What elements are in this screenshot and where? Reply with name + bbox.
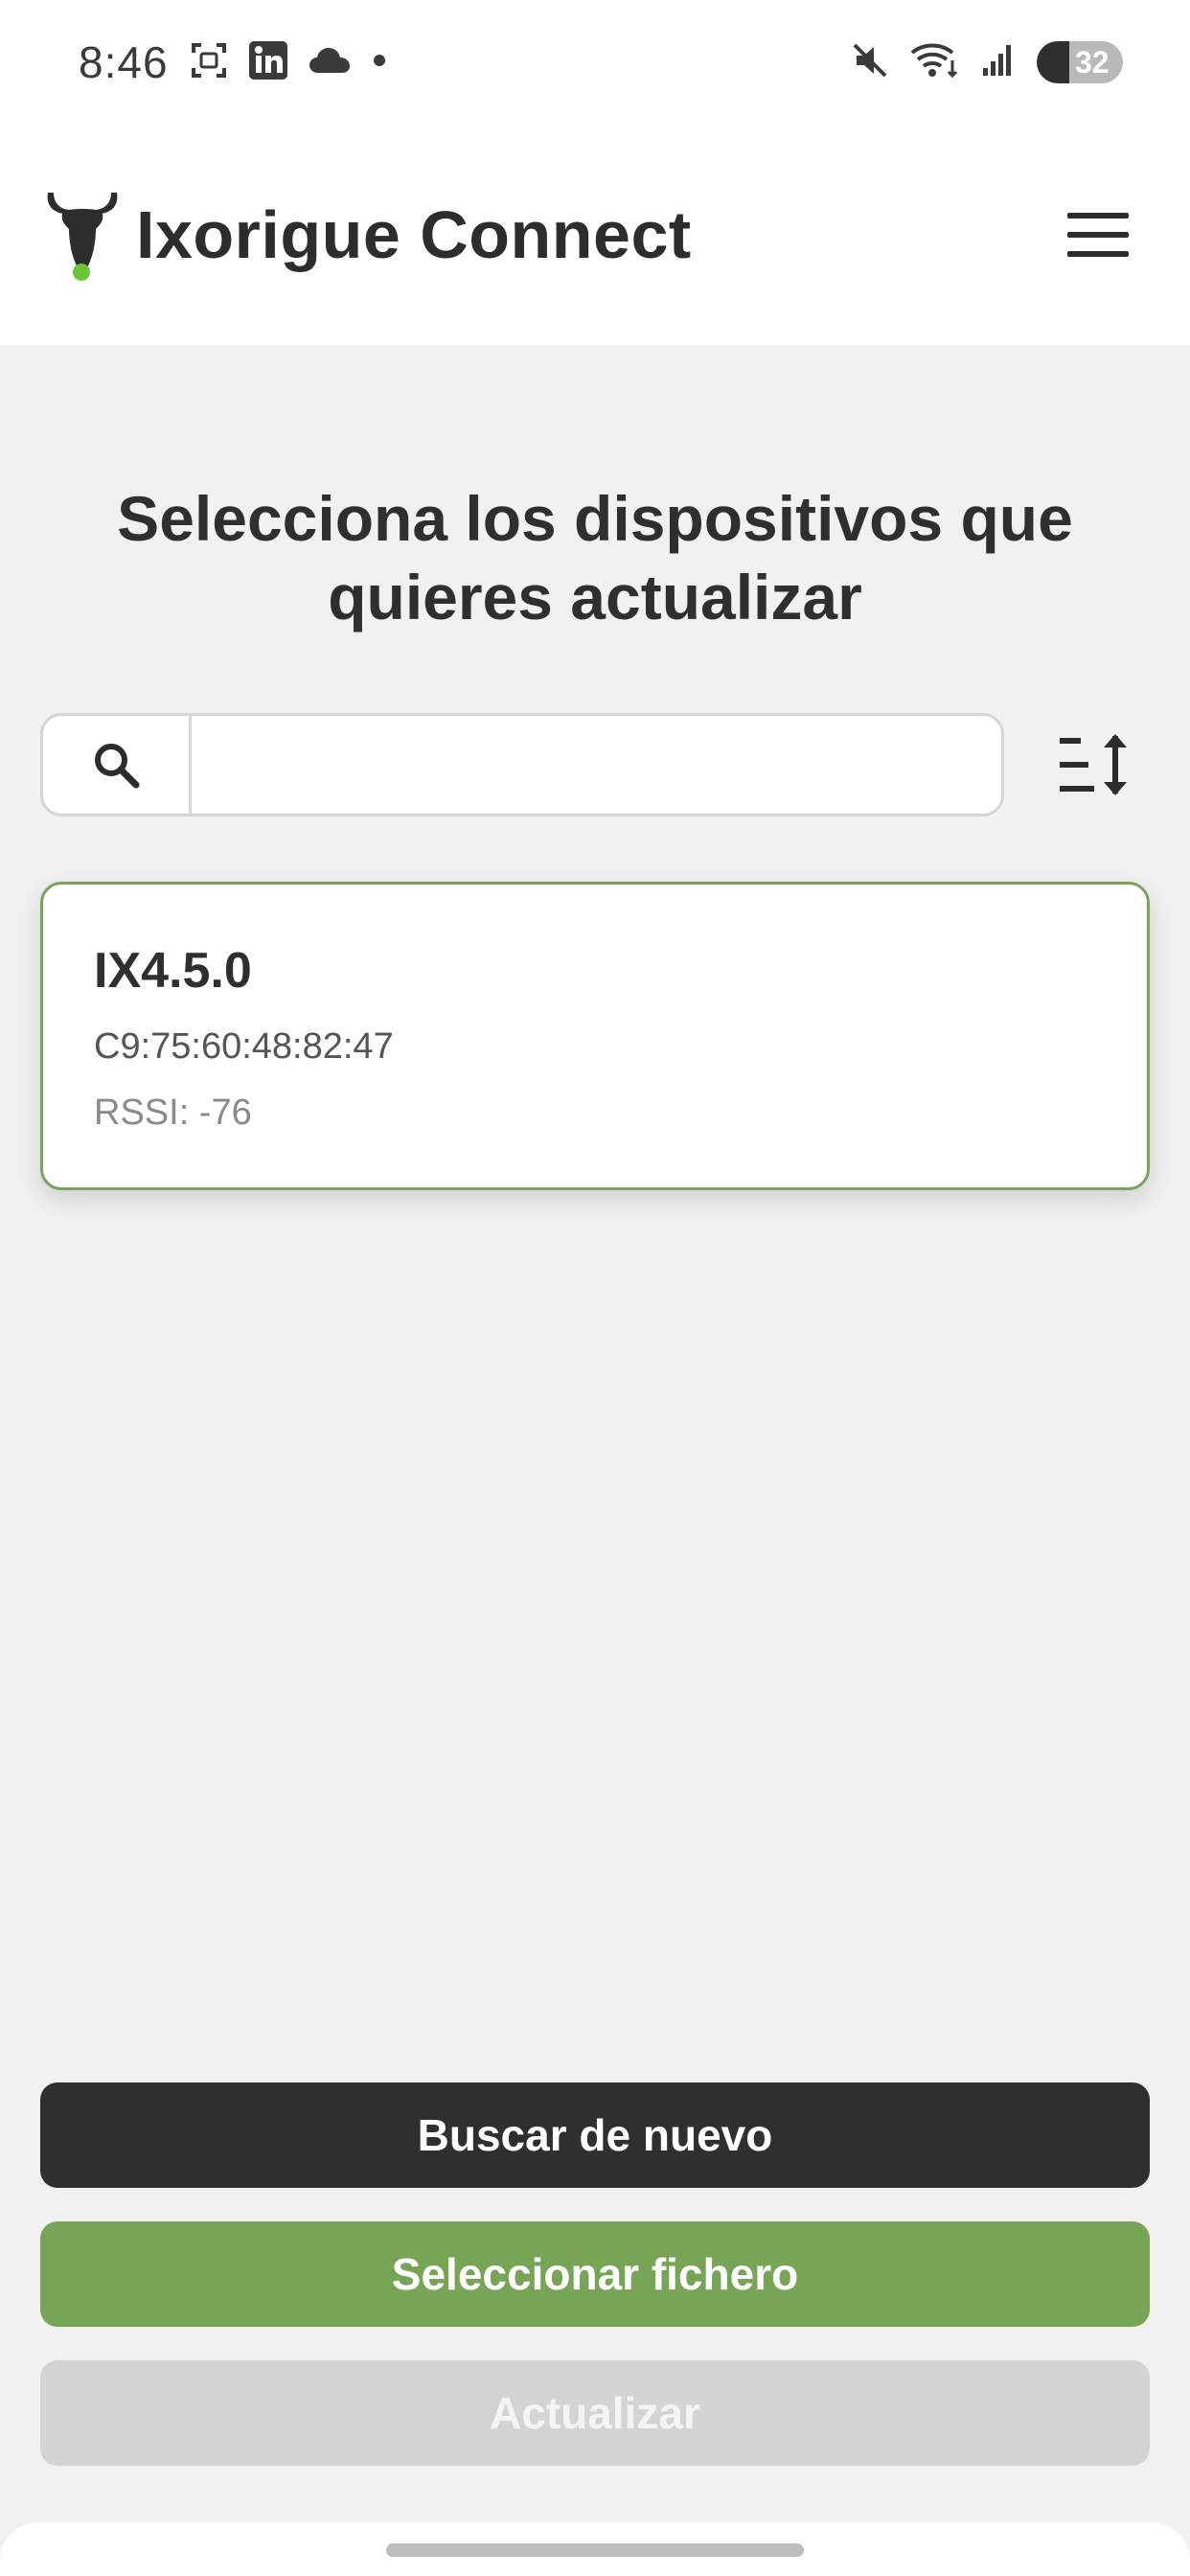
menu-line xyxy=(1067,213,1129,218)
app-header: Ixorigue Connect xyxy=(0,125,1190,345)
dot-icon xyxy=(372,53,387,73)
search-icon[interactable] xyxy=(43,716,192,814)
mute-icon xyxy=(851,41,889,84)
home-indicator[interactable] xyxy=(386,2543,804,2557)
bull-logo-icon xyxy=(42,187,123,283)
status-left: 8:46 xyxy=(79,36,387,88)
wifi-icon xyxy=(910,41,960,84)
status-dot xyxy=(73,264,90,281)
status-bar: 8:46 32 xyxy=(0,0,1190,125)
screenshot-icon xyxy=(190,41,228,84)
hamburger-menu-icon[interactable] xyxy=(1067,213,1129,257)
app-screen: 8:46 32 Ixorigue Connect Selecciona los … xyxy=(0,0,1190,2576)
device-card[interactable]: IX4.5.0 C9:75:60:48:82:47 RSSI: -76 xyxy=(40,882,1150,1190)
menu-line xyxy=(1067,251,1129,257)
app-title: Ixorigue Connect xyxy=(136,197,692,272)
status-right: 32 xyxy=(851,41,1123,84)
sort-icon[interactable] xyxy=(1058,728,1134,801)
search-input[interactable] xyxy=(192,716,1001,814)
search-box xyxy=(40,713,1004,816)
status-time: 8:46 xyxy=(79,37,169,87)
update-button[interactable]: Actualizar xyxy=(40,2360,1150,2466)
battery-fill xyxy=(1037,41,1069,83)
rescan-button[interactable]: Buscar de nuevo xyxy=(40,2082,1150,2188)
device-name: IX4.5.0 xyxy=(94,943,252,999)
linkedin-icon xyxy=(248,40,287,84)
brand: Ixorigue Connect xyxy=(42,187,692,283)
select-file-button[interactable]: Seleccionar fichero xyxy=(40,2221,1150,2327)
device-rssi: RSSI: -76 xyxy=(94,1092,252,1133)
signal-icon xyxy=(981,43,1016,82)
cloud-icon xyxy=(309,46,351,80)
device-mac-address: C9:75:60:48:82:47 xyxy=(94,1026,394,1067)
page-title: Selecciona los dispositivos que quieres … xyxy=(117,483,1073,632)
battery-level: 32 xyxy=(1075,44,1110,80)
menu-line xyxy=(1067,232,1129,238)
battery-icon: 32 xyxy=(1037,41,1123,83)
